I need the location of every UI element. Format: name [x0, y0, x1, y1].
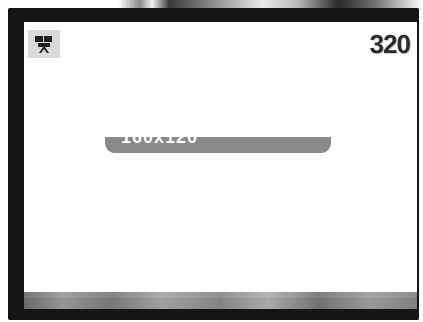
bottom-photo-strip — [24, 292, 417, 309]
movie-camera-icon — [35, 36, 52, 53]
remaining-shots-counter: 320 — [369, 29, 411, 59]
camera-lcd-screenshot: 320 160x120 — [0, 0, 423, 322]
resolution-banner: 160x120 — [105, 137, 331, 153]
resolution-label: 160x120 — [121, 137, 199, 147]
lcd-display — [24, 22, 417, 298]
movie-mode-indicator — [28, 30, 60, 58]
